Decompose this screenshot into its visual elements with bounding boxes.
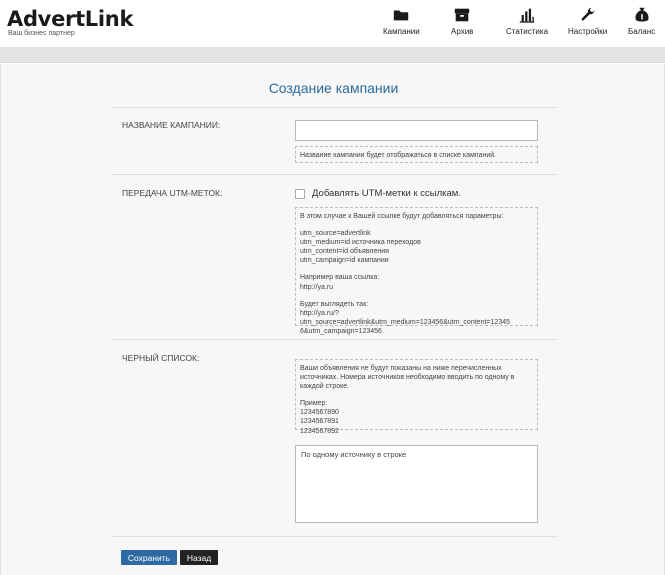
utm-label: ПЕРЕДАЧА UTM-МЕТОК: (122, 188, 223, 198)
campaign-name-hint-text: Название кампании будет отображаться в с… (300, 152, 497, 159)
nav-item-archive[interactable]: Архив (451, 6, 473, 36)
nav-item-settings[interactable]: Настройки (568, 6, 607, 36)
nav-label-campaigns: Кампании (383, 27, 420, 36)
money-bag-icon (635, 7, 649, 22)
utm-hint-param: utm_medium=id источника переходов (300, 239, 421, 247)
main-content: Создание кампании НАЗВАНИЕ КАМПАНИИ: Наз… (0, 64, 665, 575)
utm-hint-param: utm_content=id объявления (300, 248, 389, 256)
bar-chart-icon (519, 8, 535, 23)
blacklist-hint: Ваши объявления не будут показаны на ниж… (295, 359, 538, 435)
utm-hint-result-line: utm_source=advertlink&utm_medium=123456&… (300, 318, 510, 326)
campaign-name-label: НАЗВАНИЕ КАМПАНИИ: (122, 120, 221, 130)
top-header: AdvertLink Ваш бизнес партнер Кампании А… (0, 0, 665, 47)
wrench-icon (581, 7, 594, 21)
campaign-name-input[interactable] (295, 120, 538, 141)
campaign-name-hint: Название кампании будет отображаться в с… (295, 146, 538, 163)
divider (111, 107, 558, 108)
nav-label-settings: Настройки (568, 27, 608, 36)
app-tagline: Ваш бизнес партнер (8, 30, 75, 37)
utm-hint-param: utm_campaign=id кампании (300, 257, 389, 265)
divider (111, 174, 558, 175)
nav-item-statistics[interactable]: Статистика (506, 6, 548, 36)
nav-label-balance: Баланс (628, 27, 656, 36)
blacklist-hint-example-line: 1234567890 (300, 409, 339, 417)
header-separator-bar (0, 47, 665, 63)
divider (111, 339, 558, 340)
utm-checkbox-row[interactable]: Добавлять UTM-метки к ссылкам. (295, 188, 461, 199)
blacklist-hint-intro: Ваши объявления не будут показаны на ниж… (300, 365, 515, 391)
archive-icon (455, 8, 470, 22)
blacklist-hint-example-line: 1234567892 (300, 427, 339, 435)
blacklist-hint-example-label: Пример: (300, 400, 328, 408)
utm-hint-result-line: 6&utm_campaign=123456 (300, 327, 382, 335)
utm-hint-param: utm_source=advertlink (300, 230, 371, 238)
app-logo[interactable]: AdvertLink (7, 7, 133, 31)
save-button[interactable]: Сохранить (121, 550, 177, 565)
nav-item-campaigns[interactable]: Кампании (383, 6, 420, 36)
utm-hint-example-label: Например ваша ссылка: (300, 274, 380, 282)
utm-checkbox[interactable] (295, 188, 305, 199)
blacklist-label: ЧЕРНЫЙ СПИСОК: (122, 353, 200, 363)
utm-checkbox-label[interactable]: Добавлять UTM-метки к ссылкам. (312, 188, 461, 199)
utm-hint-example-url: http://ya.ru (300, 283, 334, 291)
blacklist-textarea[interactable]: По одному источнику в строке (295, 445, 538, 523)
utm-hint-result-line: http://ya.ru/? (300, 309, 339, 317)
folder-icon (394, 10, 409, 21)
nav-item-balance[interactable]: Баланс (628, 6, 655, 36)
nav-label-archive: Архив (451, 27, 474, 36)
utm-hint-intro: В этом случае к Вашей ссылке будут добав… (300, 213, 504, 220)
nav-label-statistics: Статистика (506, 27, 549, 36)
utm-hint-result-label: Будет выглядеть так: (300, 300, 369, 308)
divider (111, 536, 558, 537)
page-title: Создание кампании (268, 80, 399, 96)
utm-hint: В этом случае к Вашей ссылке будут добав… (295, 207, 538, 335)
back-button[interactable]: Назад (180, 550, 218, 565)
blacklist-hint-example-line: 1234567891 (300, 418, 339, 426)
